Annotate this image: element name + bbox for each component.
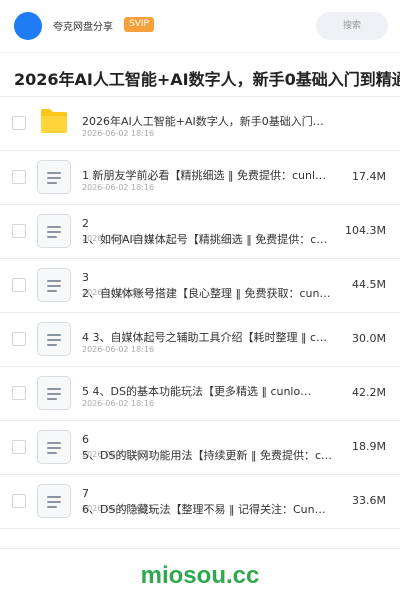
- document-icon: [37, 160, 71, 194]
- list-item[interactable]: 6 2026-06-02 18:16 5、DS的联网功能用法【持续更新 ‖ 免费…: [0, 421, 400, 475]
- owner-name[interactable]: 夸克网盘分享: [53, 18, 113, 33]
- file-name-continued[interactable]: 6、DS的隐藏玩法【整理不易 ‖ 记得关注：Cun…: [82, 501, 332, 517]
- search-input[interactable]: 搜索: [316, 12, 388, 40]
- file-name[interactable]: 6: [82, 433, 332, 446]
- site-watermark: miosou.cc: [140, 562, 260, 589]
- file-size: 42.2M: [352, 386, 386, 399]
- list-item[interactable]: 4 3、自媒体起号之辅助工具介绍【耗时整理 ‖ cu… 2026-06-02 1…: [0, 313, 400, 367]
- file-size: 44.5M: [352, 278, 386, 291]
- svip-badge: SVIP: [124, 17, 154, 32]
- document-icon: [37, 268, 71, 302]
- page-title: 2026年AI人工智能+AI数字人，新手0基础入门到精通全流程: [14, 70, 400, 89]
- row-checkbox[interactable]: [12, 494, 26, 508]
- file-name[interactable]: 7: [82, 487, 332, 500]
- list-item-folder[interactable]: 2026年AI人工智能+AI数字人，新手0基础入门… 2026-06-02 18…: [0, 97, 400, 151]
- list-item[interactable]: 1 新朋友学前必看【精挑细选 ‖ 免费提供：cunlo… 2026-06-02 …: [0, 151, 400, 205]
- file-name[interactable]: 2026年AI人工智能+AI数字人，新手0基础入门…: [82, 113, 332, 129]
- row-checkbox[interactable]: [12, 440, 26, 454]
- file-name[interactable]: 3: [82, 271, 332, 284]
- document-icon: [37, 322, 71, 356]
- header-divider: [0, 52, 400, 53]
- list-item[interactable]: 7 2026-06-02 18:16 6、DS的隐藏玩法【整理不易 ‖ 记得关注…: [0, 475, 400, 529]
- row-checkbox[interactable]: [12, 386, 26, 400]
- share-page: 夸克网盘分享 SVIP 搜索 2026年AI人工智能+AI数字人，新手0基础入门…: [0, 0, 400, 600]
- file-size: 33.6M: [352, 494, 386, 507]
- folder-icon: [41, 109, 67, 133]
- file-size: 104.3M: [345, 224, 386, 237]
- file-date: 2026-06-02 18:16: [82, 129, 155, 138]
- list-item[interactable]: 5 4、DS的基本功能玩法【更多精选 ‖ cunlo… 2026-06-02 1…: [0, 367, 400, 421]
- row-checkbox[interactable]: [12, 116, 26, 130]
- file-name-continued[interactable]: 1、如何AI自媒体起号【精挑细选 ‖ 免费提供：c…: [82, 231, 332, 247]
- row-checkbox[interactable]: [12, 224, 26, 238]
- file-name-continued[interactable]: 5、DS的联网功能用法【持续更新 ‖ 免费提供：c…: [82, 447, 332, 463]
- document-icon: [37, 484, 71, 518]
- file-name-continued[interactable]: 2、自媒体账号搭建【良心整理 ‖ 免费获取：cun…: [82, 285, 332, 301]
- header: 夸克网盘分享 SVIP 搜索: [0, 0, 400, 52]
- list-item[interactable]: 2 2026-06-02 18:16 1、如何AI自媒体起号【精挑细选 ‖ 免费…: [0, 205, 400, 259]
- file-name[interactable]: 4 3、自媒体起号之辅助工具介绍【耗时整理 ‖ cu…: [82, 329, 332, 345]
- file-name[interactable]: 5 4、DS的基本功能玩法【更多精选 ‖ cunlo…: [82, 383, 332, 399]
- file-size: 17.4M: [352, 170, 386, 183]
- file-name[interactable]: 1 新朋友学前必看【精挑细选 ‖ 免费提供：cunlo…: [82, 167, 332, 183]
- file-date: 2026-06-02 18:16: [82, 183, 155, 192]
- document-icon: [37, 214, 71, 248]
- file-date: 2026-06-02 18:16: [82, 399, 155, 408]
- list-item[interactable]: 3 2026-06-02 18:16 2、自媒体账号搭建【良心整理 ‖ 免费获取…: [0, 259, 400, 313]
- document-icon: [37, 376, 71, 410]
- document-icon: [37, 430, 71, 464]
- avatar[interactable]: [14, 12, 42, 40]
- row-checkbox[interactable]: [12, 170, 26, 184]
- row-checkbox[interactable]: [12, 278, 26, 292]
- row-checkbox[interactable]: [12, 332, 26, 346]
- file-size: 30.0M: [352, 332, 386, 345]
- file-size: 18.9M: [352, 440, 386, 453]
- file-name[interactable]: 2: [82, 217, 332, 230]
- file-date: 2026-06-02 18:16: [82, 345, 155, 354]
